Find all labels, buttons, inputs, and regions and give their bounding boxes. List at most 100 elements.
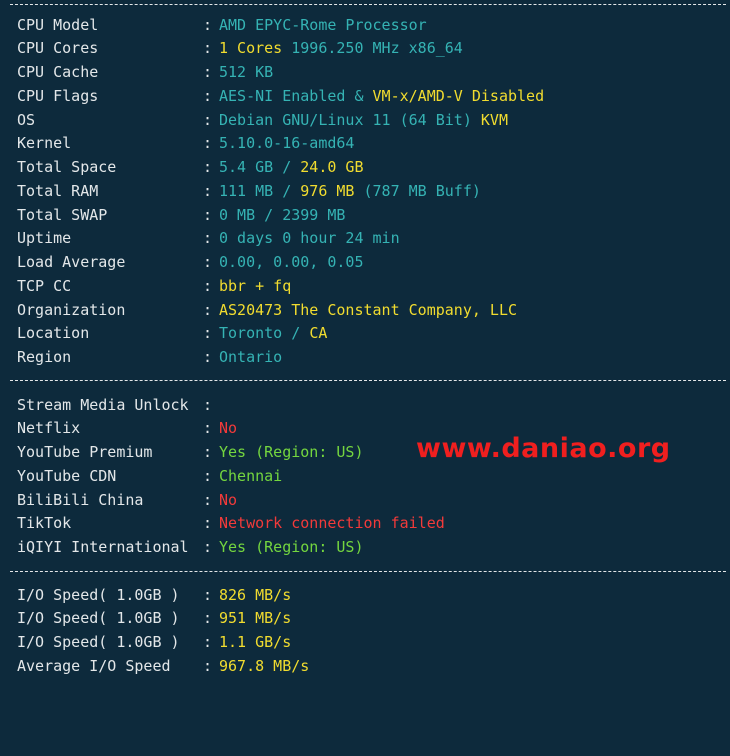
value-cpu-frequency: 1996.250 MHz x86_64 <box>291 39 463 57</box>
value-cpu-cache: 512 KB <box>219 63 274 81</box>
value-kernel: 5.10.0-16-amd64 <box>219 134 355 152</box>
value-aes-ni: AES-NI Enabled & <box>219 87 373 105</box>
colon: : <box>203 324 213 342</box>
value-total-swap: 0 MB / 2399 MB <box>219 206 346 224</box>
label-total-swap: Total SWAP <box>17 206 108 224</box>
value-location: Toronto / CA <box>219 323 327 343</box>
value-netflix: No <box>219 419 238 437</box>
value-cpu-flags: AES-NI Enabled & VM-x/AMD-V Disabled <box>219 86 544 106</box>
label-io-speed: I/O Speed( 1.0GB ) <box>17 609 180 627</box>
label-stream-media-unlock: Stream Media Unlock <box>17 396 189 414</box>
value-io-speed: 951 MB/s <box>219 609 292 627</box>
terminal-window: CPU Model : AMD EPYC-Rome Processor CPU … <box>0 0 730 689</box>
row-total-ram: Total RAM : 111 MB / 976 MB (787 MB Buff… <box>17 181 481 201</box>
label-io-speed: I/O Speed( 1.0GB ) <box>17 586 180 604</box>
row-organization: Organization : AS20473 The Constant Comp… <box>17 300 517 320</box>
row-load-average: Load Average : 0.00, 0.00, 0.05 <box>17 252 364 272</box>
row-uptime: Uptime : 0 days 0 hour 24 min <box>17 228 400 248</box>
separator-line <box>10 4 726 6</box>
row-cpu-cache: CPU Cache : 512 KB <box>17 62 273 82</box>
value-space-total: 24.0 GB <box>300 158 364 176</box>
colon: : <box>203 158 213 176</box>
colon: : <box>203 348 213 366</box>
label-netflix: Netflix <box>17 419 81 437</box>
colon: : <box>203 277 213 295</box>
value-io-speed: 1.1 GB/s <box>219 633 292 651</box>
value-cpu-model: AMD EPYC-Rome Processor <box>219 16 427 34</box>
colon: : <box>203 39 213 57</box>
row-total-space: Total Space : 5.4 GB / 24.0 GB <box>17 157 364 177</box>
colon: : <box>203 182 213 200</box>
colon: : <box>203 538 213 556</box>
label-cpu-cores: CPU Cores <box>17 39 99 57</box>
colon: : <box>203 657 213 675</box>
value-youtube-cdn: Chennai <box>219 467 283 485</box>
row-youtube-cdn: YouTube CDN : Chennai <box>17 466 282 486</box>
row-io-speed-3: I/O Speed( 1.0GB ) : 1.1 GB/s <box>17 632 291 652</box>
label-io-speed: I/O Speed( 1.0GB ) <box>17 633 180 651</box>
colon: : <box>203 586 213 604</box>
label-bilibili: BiliBili China <box>17 491 144 509</box>
value-vmx: VM-x/AMD-V Disabled <box>372 87 545 105</box>
colon: : <box>203 396 213 414</box>
label-cpu-cache: CPU Cache <box>17 63 99 81</box>
label-kernel: Kernel <box>17 134 72 152</box>
label-cpu-model: CPU Model <box>17 16 99 34</box>
value-average-io-speed: 967.8 MB/s <box>219 657 310 675</box>
row-tiktok: TikTok : Network connection failed <box>17 513 445 533</box>
label-os: OS <box>17 111 36 129</box>
value-core-count: 1 Cores <box>219 39 283 57</box>
colon: : <box>203 419 213 437</box>
colon: : <box>203 253 213 271</box>
value-city: Toronto / <box>219 324 310 342</box>
separator-line <box>10 571 726 573</box>
colon: : <box>203 609 213 627</box>
value-youtube-premium: Yes (Region: US) <box>219 443 364 461</box>
value-bilibili: No <box>219 491 238 509</box>
row-iqiyi: iQIYI International : Yes (Region: US) <box>17 537 364 557</box>
value-os: Debian GNU/Linux 11 (64 Bit) KVM <box>219 110 508 130</box>
colon: : <box>203 301 213 319</box>
row-os: OS : Debian GNU/Linux 11 (64 Bit) KVM <box>17 110 508 130</box>
label-total-space: Total Space <box>17 158 117 176</box>
label-tcp-cc: TCP CC <box>17 277 72 295</box>
watermark-text: www.daniao.org <box>416 433 671 464</box>
row-io-speed-1: I/O Speed( 1.0GB ) : 826 MB/s <box>17 585 291 605</box>
label-youtube-cdn: YouTube CDN <box>17 467 117 485</box>
value-organization: AS20473 The Constant Company, LLC <box>219 301 518 319</box>
value-total-space: 5.4 GB / 24.0 GB <box>219 157 364 177</box>
label-average-io-speed: Average I/O Speed <box>17 657 171 675</box>
colon: : <box>203 467 213 485</box>
label-location: Location <box>17 324 90 342</box>
label-total-ram: Total RAM <box>17 182 99 200</box>
value-io-speed: 826 MB/s <box>219 586 292 604</box>
row-region: Region : Ontario <box>17 347 282 367</box>
row-cpu-cores: CPU Cores : 1 Cores 1996.250 MHz x86_64 <box>17 38 463 58</box>
label-organization: Organization <box>17 301 126 319</box>
value-ram-total: 976 MB <box>300 182 355 200</box>
value-load-average: 0.00, 0.00, 0.05 <box>219 253 364 271</box>
colon: : <box>203 111 213 129</box>
colon: : <box>203 134 213 152</box>
row-bilibili: BiliBili China : No <box>17 490 237 510</box>
value-country: CA <box>309 324 328 342</box>
row-total-swap: Total SWAP : 0 MB / 2399 MB <box>17 205 345 225</box>
row-netflix: Netflix : No <box>17 418 237 438</box>
value-tiktok: Network connection failed <box>219 514 445 532</box>
colon: : <box>203 491 213 509</box>
label-load-average: Load Average <box>17 253 126 271</box>
value-ram-buff: (787 MB Buff) <box>354 182 481 200</box>
value-ram-used: 111 MB / <box>219 182 301 200</box>
value-virtualization: KVM <box>480 111 508 129</box>
colon: : <box>203 633 213 651</box>
value-total-ram: 111 MB / 976 MB (787 MB Buff) <box>219 181 481 201</box>
colon: : <box>203 206 213 224</box>
row-io-speed-2: I/O Speed( 1.0GB ) : 951 MB/s <box>17 608 291 628</box>
label-iqiyi: iQIYI International <box>17 538 189 556</box>
row-tcp-cc: TCP CC : bbr + fq <box>17 276 291 296</box>
value-iqiyi: Yes (Region: US) <box>219 538 364 556</box>
row-stream-header: Stream Media Unlock : <box>17 395 212 415</box>
colon: : <box>203 16 213 34</box>
row-cpu-flags: CPU Flags : AES-NI Enabled & VM-x/AMD-V … <box>17 86 544 106</box>
label-tiktok: TikTok <box>17 514 72 532</box>
